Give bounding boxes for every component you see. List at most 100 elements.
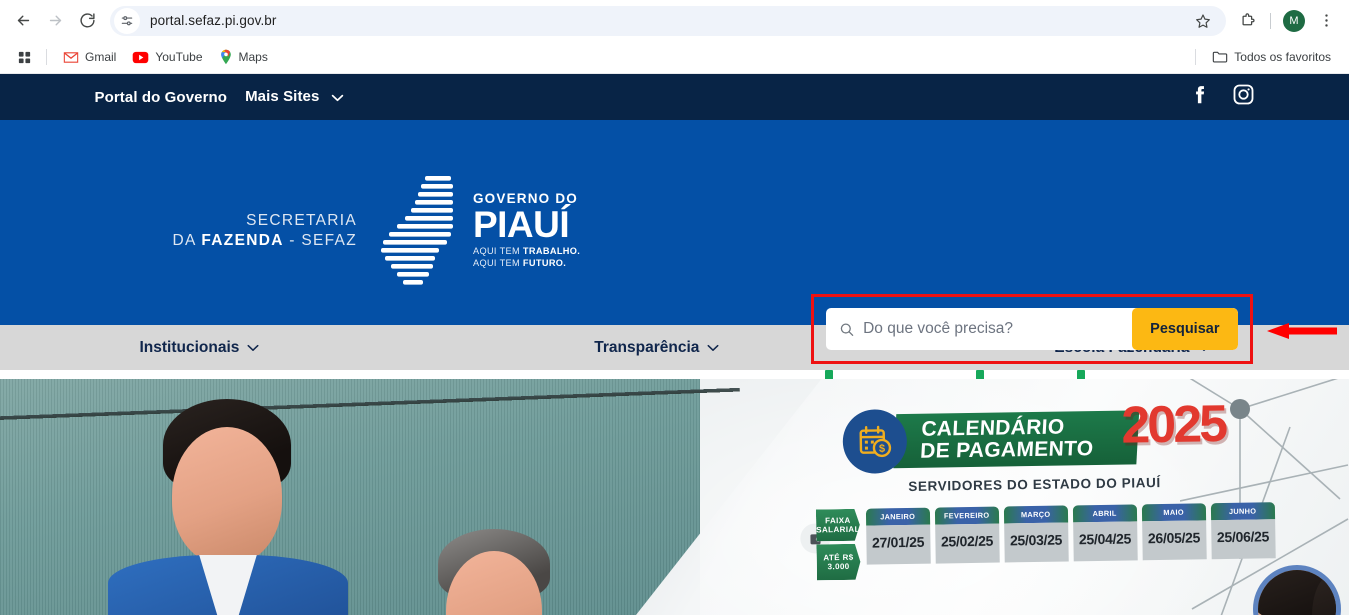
bookmark-label: Gmail (85, 50, 117, 64)
social-links (1188, 83, 1255, 111)
portal-do-governo-label: Portal do Governo (94, 88, 228, 106)
reload-button[interactable] (72, 6, 102, 36)
calendar-band-value: ATÉ R$ 3.000 (816, 544, 860, 581)
extensions-button[interactable] (1232, 6, 1262, 36)
site-info-icon[interactable] (114, 7, 140, 34)
apps-grid-icon (18, 51, 30, 63)
arrow-left-annotation-icon (1266, 323, 1337, 339)
apps-shortcut-button[interactable] (10, 50, 38, 65)
browser-chrome: portal.sefaz.pi.gov.br M Gmail YouTube M… (0, 0, 1349, 74)
search-highlight-box: Pesquisar (810, 294, 1253, 364)
calendar-month-name: JUNHO (1210, 502, 1275, 521)
arrow-left-icon (17, 15, 29, 26)
kebab-menu-icon (1324, 14, 1328, 27)
calendar-month-column: MARÇO 25/03/25 (1003, 505, 1069, 563)
calendar-month-date: 26/05/25 (1141, 520, 1207, 561)
bookmarks-bar: Gmail YouTube Maps Todos os favoritos (0, 41, 1349, 74)
piaui-map-icon (380, 176, 453, 285)
toolbar-divider (1270, 12, 1271, 29)
calendar-month-date: 25/03/25 (1003, 522, 1069, 563)
all-bookmarks-button[interactable]: Todos os favoritos (1204, 46, 1339, 68)
calendar-month-date: 25/04/25 (1072, 521, 1138, 562)
search-field[interactable] (826, 308, 1133, 350)
all-bookmarks-label: Todos os favoritos (1234, 50, 1331, 64)
calendar-month-column: MAIO 26/05/25 (1141, 503, 1207, 561)
gmail-icon (63, 51, 79, 63)
nav-label: Transparência (594, 338, 700, 356)
facebook-link[interactable] (1188, 84, 1210, 111)
calendar-band-label: FAIXA SALARIAL (816, 509, 860, 542)
instagram-icon (1233, 84, 1253, 105)
calendar-month-column: JANEIRO 27/01/25 (865, 507, 931, 565)
annotation-arrow (1266, 320, 1337, 347)
chevron-down-icon (247, 339, 259, 357)
calendar-month-name: MARÇO (1003, 505, 1068, 524)
secretaria-text: SECRETARIA DA FAZENDA - SEFAZ (173, 211, 357, 251)
brand-line-2: DA FAZENDA - SEFAZ (172, 232, 357, 249)
governo-piaui-logo: GOVERNO DO PIAUÍ AQUI TEM TRABALHO. AQUI… (373, 172, 580, 290)
portal-do-governo-link[interactable]: Portal do Governo (95, 89, 228, 106)
logo-piaui: PIAUÍ (472, 203, 570, 245)
calendar-months: JANEIRO 27/01/25 FEVEREIRO 25/02/25 MARÇ… (865, 502, 1276, 565)
bookmark-gmail[interactable]: Gmail (55, 46, 124, 68)
calendar-title-line2: DE PAGAMENTO (919, 437, 1094, 463)
government-top-bar: Portal do Governo Mais Sites (0, 74, 1349, 120)
bookmark-star-button[interactable] (1188, 6, 1218, 36)
site-header: SECRETARIA DA FAZENDA - SEFAZ GOVERNO DO… (0, 120, 1349, 389)
calendar-month-name: JANEIRO (865, 507, 930, 526)
youtube-icon (133, 51, 149, 63)
brand-line-1: SECRETARIA (246, 212, 357, 230)
hero-banner[interactable]: $ CALENDÁRIO DE PAGAMENTO 2025 SERVIDORE… (0, 379, 1349, 615)
address-bar[interactable]: portal.sefaz.pi.gov.br (110, 5, 1226, 36)
mais-sites-label: Mais Sites (245, 88, 320, 106)
chevron-down-icon (331, 89, 344, 106)
back-button[interactable] (8, 6, 38, 36)
bookmark-maps[interactable]: Maps (211, 45, 276, 69)
calendar-month-date: 25/06/25 (1210, 519, 1276, 560)
site-brand[interactable]: SECRETARIA DA FAZENDA - SEFAZ GOVERNO DO… (173, 172, 581, 290)
ceiling-wire (0, 379, 741, 432)
search-form: Pesquisar (825, 308, 1238, 350)
calendar-month-column: ABRIL 25/04/25 (1072, 504, 1138, 562)
bookmark-label: YouTube (155, 50, 203, 64)
calendar-title-banner: CALENDÁRIO DE PAGAMENTO (892, 410, 1139, 469)
calendar-month-name: MAIO (1141, 503, 1206, 522)
forward-button[interactable] (40, 6, 70, 36)
person-left-face (172, 427, 282, 565)
bookmark-youtube[interactable]: YouTube (124, 46, 210, 68)
arrow-right-icon (49, 15, 61, 26)
payment-calendar-graphic: $ CALENDÁRIO DE PAGAMENTO 2025 SERVIDORE… (798, 395, 1276, 615)
reload-icon (79, 13, 95, 28)
bookmarks-divider (46, 49, 47, 65)
instagram-link[interactable] (1232, 83, 1255, 111)
calendar-money-badge: $ (841, 409, 907, 475)
calendar-title-row: $ CALENDÁRIO DE PAGAMENTO 2025 (798, 395, 1269, 475)
logo-tagline: AQUI TEM TRABALHO. AQUI TEM FUTURO. (472, 245, 581, 269)
nav-item-transparencia[interactable]: Transparência (594, 339, 719, 357)
calendar-month-date: 25/02/25 (934, 523, 1000, 564)
calendar-month-name: ABRIL (1072, 504, 1137, 523)
calendar-month-name: FEVEREIRO (934, 506, 999, 525)
browser-toolbar: portal.sefaz.pi.gov.br M (0, 0, 1349, 41)
chevron-down-icon (707, 339, 719, 357)
calendar-month-date: 27/01/25 (865, 524, 931, 565)
tune-icon (121, 15, 133, 25)
search-area: Pesquisar (810, 294, 1253, 364)
mais-sites-dropdown[interactable]: Mais Sites (245, 88, 344, 106)
avatar: M (1283, 9, 1305, 32)
toolbar-right-actions: M (1232, 6, 1341, 36)
url-text: portal.sefaz.pi.gov.br (150, 13, 277, 28)
search-input[interactable] (863, 320, 1133, 338)
nav-item-institucionais[interactable]: Institucionais (140, 339, 260, 357)
facebook-icon (1195, 85, 1204, 103)
search-icon (840, 322, 853, 336)
chrome-menu-button[interactable] (1311, 6, 1341, 36)
profile-button[interactable]: M (1279, 6, 1309, 36)
calendar-money-icon: $ (859, 425, 891, 458)
folder-icon (1213, 51, 1228, 63)
calendar-salary-band: FAIXA SALARIAL ATÉ R$ 3.000 (800, 509, 861, 581)
calendar-year: 2025 (1120, 395, 1226, 455)
puzzle-piece-icon (1241, 13, 1255, 26)
calendar-month-column: FEVEREIRO 25/02/25 (934, 506, 1000, 564)
search-submit-button[interactable]: Pesquisar (1132, 308, 1238, 350)
